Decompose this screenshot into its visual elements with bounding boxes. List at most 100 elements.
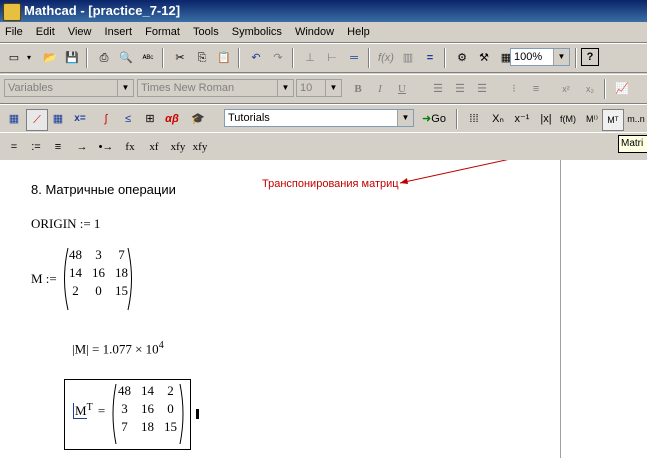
save-icon[interactable]: 💾 <box>62 48 82 68</box>
chevron-down-icon[interactable]: ▼ <box>397 110 413 126</box>
matrix-cell: 2 <box>72 283 79 298</box>
open-folder-icon[interactable]: 📂 <box>40 48 60 68</box>
determinant-exponent: 4 <box>158 340 164 351</box>
transpose-region[interactable]: MT = 48 14 2 3 16 0 7 18 15 <box>64 379 191 450</box>
insert-component-icon[interactable]: ⚙ <box>452 48 472 68</box>
matrix-palette-icon[interactable]: ▦ <box>48 109 68 129</box>
graph-toolbar-icon[interactable]: 📈 <box>612 79 632 99</box>
zoom-select[interactable]: 100% ▼ <box>510 48 570 66</box>
matrix-cell: 48 <box>69 247 82 262</box>
align-down-icon[interactable]: ⊢ <box>322 48 342 68</box>
align-left-icon[interactable]: ☰ <box>428 79 448 99</box>
menu-view[interactable]: View <box>63 22 97 42</box>
redo-icon[interactable]: ↷ <box>268 48 288 68</box>
matrix-mt-table: 48 14 2 3 16 0 7 18 15 <box>113 382 182 436</box>
print-preview-icon[interactable]: 🔍 <box>116 48 136 68</box>
vectorize-icon[interactable]: f(M) <box>558 109 578 129</box>
go-button[interactable]: ➜Go <box>418 109 450 129</box>
definition-button[interactable]: := <box>26 137 46 157</box>
window-title: Mathcad - [practice_7-12] <box>24 3 181 18</box>
spell-check-icon[interactable]: ᴬᴮᶜ <box>138 48 158 68</box>
inverse-icon[interactable]: x⁻¹ <box>512 109 532 129</box>
insert-unit-icon[interactable]: ▥ <box>398 48 418 68</box>
transpose-icon[interactable]: Mᵀ <box>602 109 624 131</box>
insert-matrix-icon[interactable]: ⁞⁞⁞ <box>464 109 484 129</box>
italic-icon[interactable]: I <box>370 79 390 99</box>
menu-edit[interactable]: Edit <box>31 22 60 42</box>
menu-insert[interactable]: Insert <box>100 22 138 42</box>
matrix-column-icon[interactable]: M⁽⁾ <box>582 109 602 129</box>
resources-select[interactable]: Tutorials ▼ <box>224 109 414 127</box>
postfix-operator-button[interactable]: xf <box>144 137 164 157</box>
align-across-icon[interactable]: ⊥ <box>300 48 320 68</box>
matrix-cell: 3 <box>121 401 128 416</box>
keyword-evaluate-button[interactable]: •→ <box>96 137 116 157</box>
matrix-cell: 0 <box>167 401 174 416</box>
new-document-icon[interactable]: ▭ <box>4 48 24 68</box>
calculus-palette-icon[interactable]: ∫ <box>96 109 116 129</box>
subscript-icon[interactable]: x₂ <box>580 79 600 99</box>
math-toolbar: ▦ ⟋ ▦ x= ∫ ≤ ⊞ αβ 🎓 Tutorials ▼ ➜Go ⁞⁞⁞ … <box>0 104 647 133</box>
prefix-operator-button[interactable]: fx <box>120 137 140 157</box>
chevron-down-icon[interactable]: ▼ <box>553 49 569 65</box>
infix-operator-button[interactable]: xfy <box>168 137 188 157</box>
matrix-m-label[interactable]: M := <box>31 271 57 287</box>
undo-icon[interactable]: ↶ <box>246 48 266 68</box>
menu-window[interactable]: Window <box>290 22 339 42</box>
matrix-cell: 48 <box>118 383 131 398</box>
matrix-cell: 18 <box>115 265 128 280</box>
calculate-icon[interactable]: = <box>420 48 440 68</box>
matrix-cell: 15 <box>115 283 128 298</box>
chevron-down-icon[interactable]: ▼ <box>325 80 341 96</box>
bullets-icon[interactable]: ⁝ <box>504 79 524 99</box>
determinant-expression: |M| = 1.077 × 10 <box>72 341 159 357</box>
bold-icon[interactable]: B <box>348 79 368 99</box>
graph-palette-icon[interactable]: ⟋ <box>26 109 48 131</box>
boolean-palette-icon[interactable]: ≤ <box>118 109 138 129</box>
separate-regions-icon[interactable]: ═ <box>344 48 364 68</box>
range-variable-icon[interactable]: m..n <box>626 109 646 129</box>
transpose-matrix-name: M <box>73 403 87 420</box>
align-right-icon[interactable]: ☰ <box>472 79 492 99</box>
insertion-cursor <box>196 409 199 419</box>
chevron-down-icon[interactable]: ▼ <box>277 80 293 96</box>
symbolic-evaluate-button[interactable]: → <box>72 137 92 157</box>
align-center-icon[interactable]: ☰ <box>450 79 470 99</box>
numbering-icon[interactable]: ≡ <box>526 79 546 99</box>
worksheet[interactable]: 8. Матричные операции Транспонирования м… <box>0 160 647 458</box>
calculator-icon[interactable]: ▦ <box>4 109 24 129</box>
underline-icon[interactable]: U <box>392 79 412 99</box>
menu-file[interactable]: File <box>0 22 28 42</box>
treefix-operator-button[interactable]: xfy <box>190 137 210 157</box>
greek-palette-icon[interactable]: αβ <box>162 109 182 129</box>
global-definition-button[interactable]: ≡ <box>48 137 68 157</box>
menu-help[interactable]: Help <box>342 22 375 42</box>
copy-icon[interactable]: ⎘ <box>192 48 212 68</box>
evaluation-toolbar: = := ≡ → •→ fx xf xfy xfy <box>0 132 647 161</box>
style-select[interactable]: Variables ▼ <box>4 79 134 97</box>
evaluate-equals-button[interactable]: = <box>4 137 24 157</box>
mathcad-app-icon[interactable] <box>3 3 21 21</box>
determinant-icon[interactable]: |x| <box>536 109 556 129</box>
chevron-down-icon[interactable]: ▼ <box>117 80 133 96</box>
run-script-icon[interactable]: ⚒ <box>474 48 494 68</box>
help-icon[interactable]: ? <box>581 48 599 66</box>
menu-format[interactable]: Format <box>140 22 185 42</box>
insert-function-icon[interactable]: f(x) <box>376 48 396 68</box>
subscript-index-icon[interactable]: Xₙ <box>488 109 508 129</box>
cut-icon[interactable]: ✂ <box>170 48 190 68</box>
determinant-result[interactable]: |M| = 1.077 × 104 <box>72 340 164 357</box>
paste-icon[interactable]: 📋 <box>214 48 234 68</box>
programming-palette-icon[interactable]: ⊞ <box>140 109 160 129</box>
symbolic-palette-icon[interactable]: 🎓 <box>188 109 208 129</box>
menu-symbolics[interactable]: Symbolics <box>227 22 287 42</box>
standard-toolbar: ▭ ▾ 📂 💾 ⎙ 🔍 ᴬᴮᶜ ✂ ⎘ 📋 ↶ ↷ ⊥ ⊢ ═ f(x) ▥ =… <box>0 43 647 73</box>
origin-definition[interactable]: ORIGIN := 1 <box>31 216 100 232</box>
font-select[interactable]: Times New Roman ▼ <box>137 79 294 97</box>
print-icon[interactable]: ⎙ <box>94 48 114 68</box>
new-dropdown-icon[interactable]: ▾ <box>24 48 34 68</box>
menu-tools[interactable]: Tools <box>188 22 224 42</box>
font-size-select[interactable]: 10 ▼ <box>296 79 342 97</box>
evaluation-palette-icon[interactable]: x= <box>70 109 90 129</box>
superscript-icon[interactable]: x² <box>556 79 576 99</box>
